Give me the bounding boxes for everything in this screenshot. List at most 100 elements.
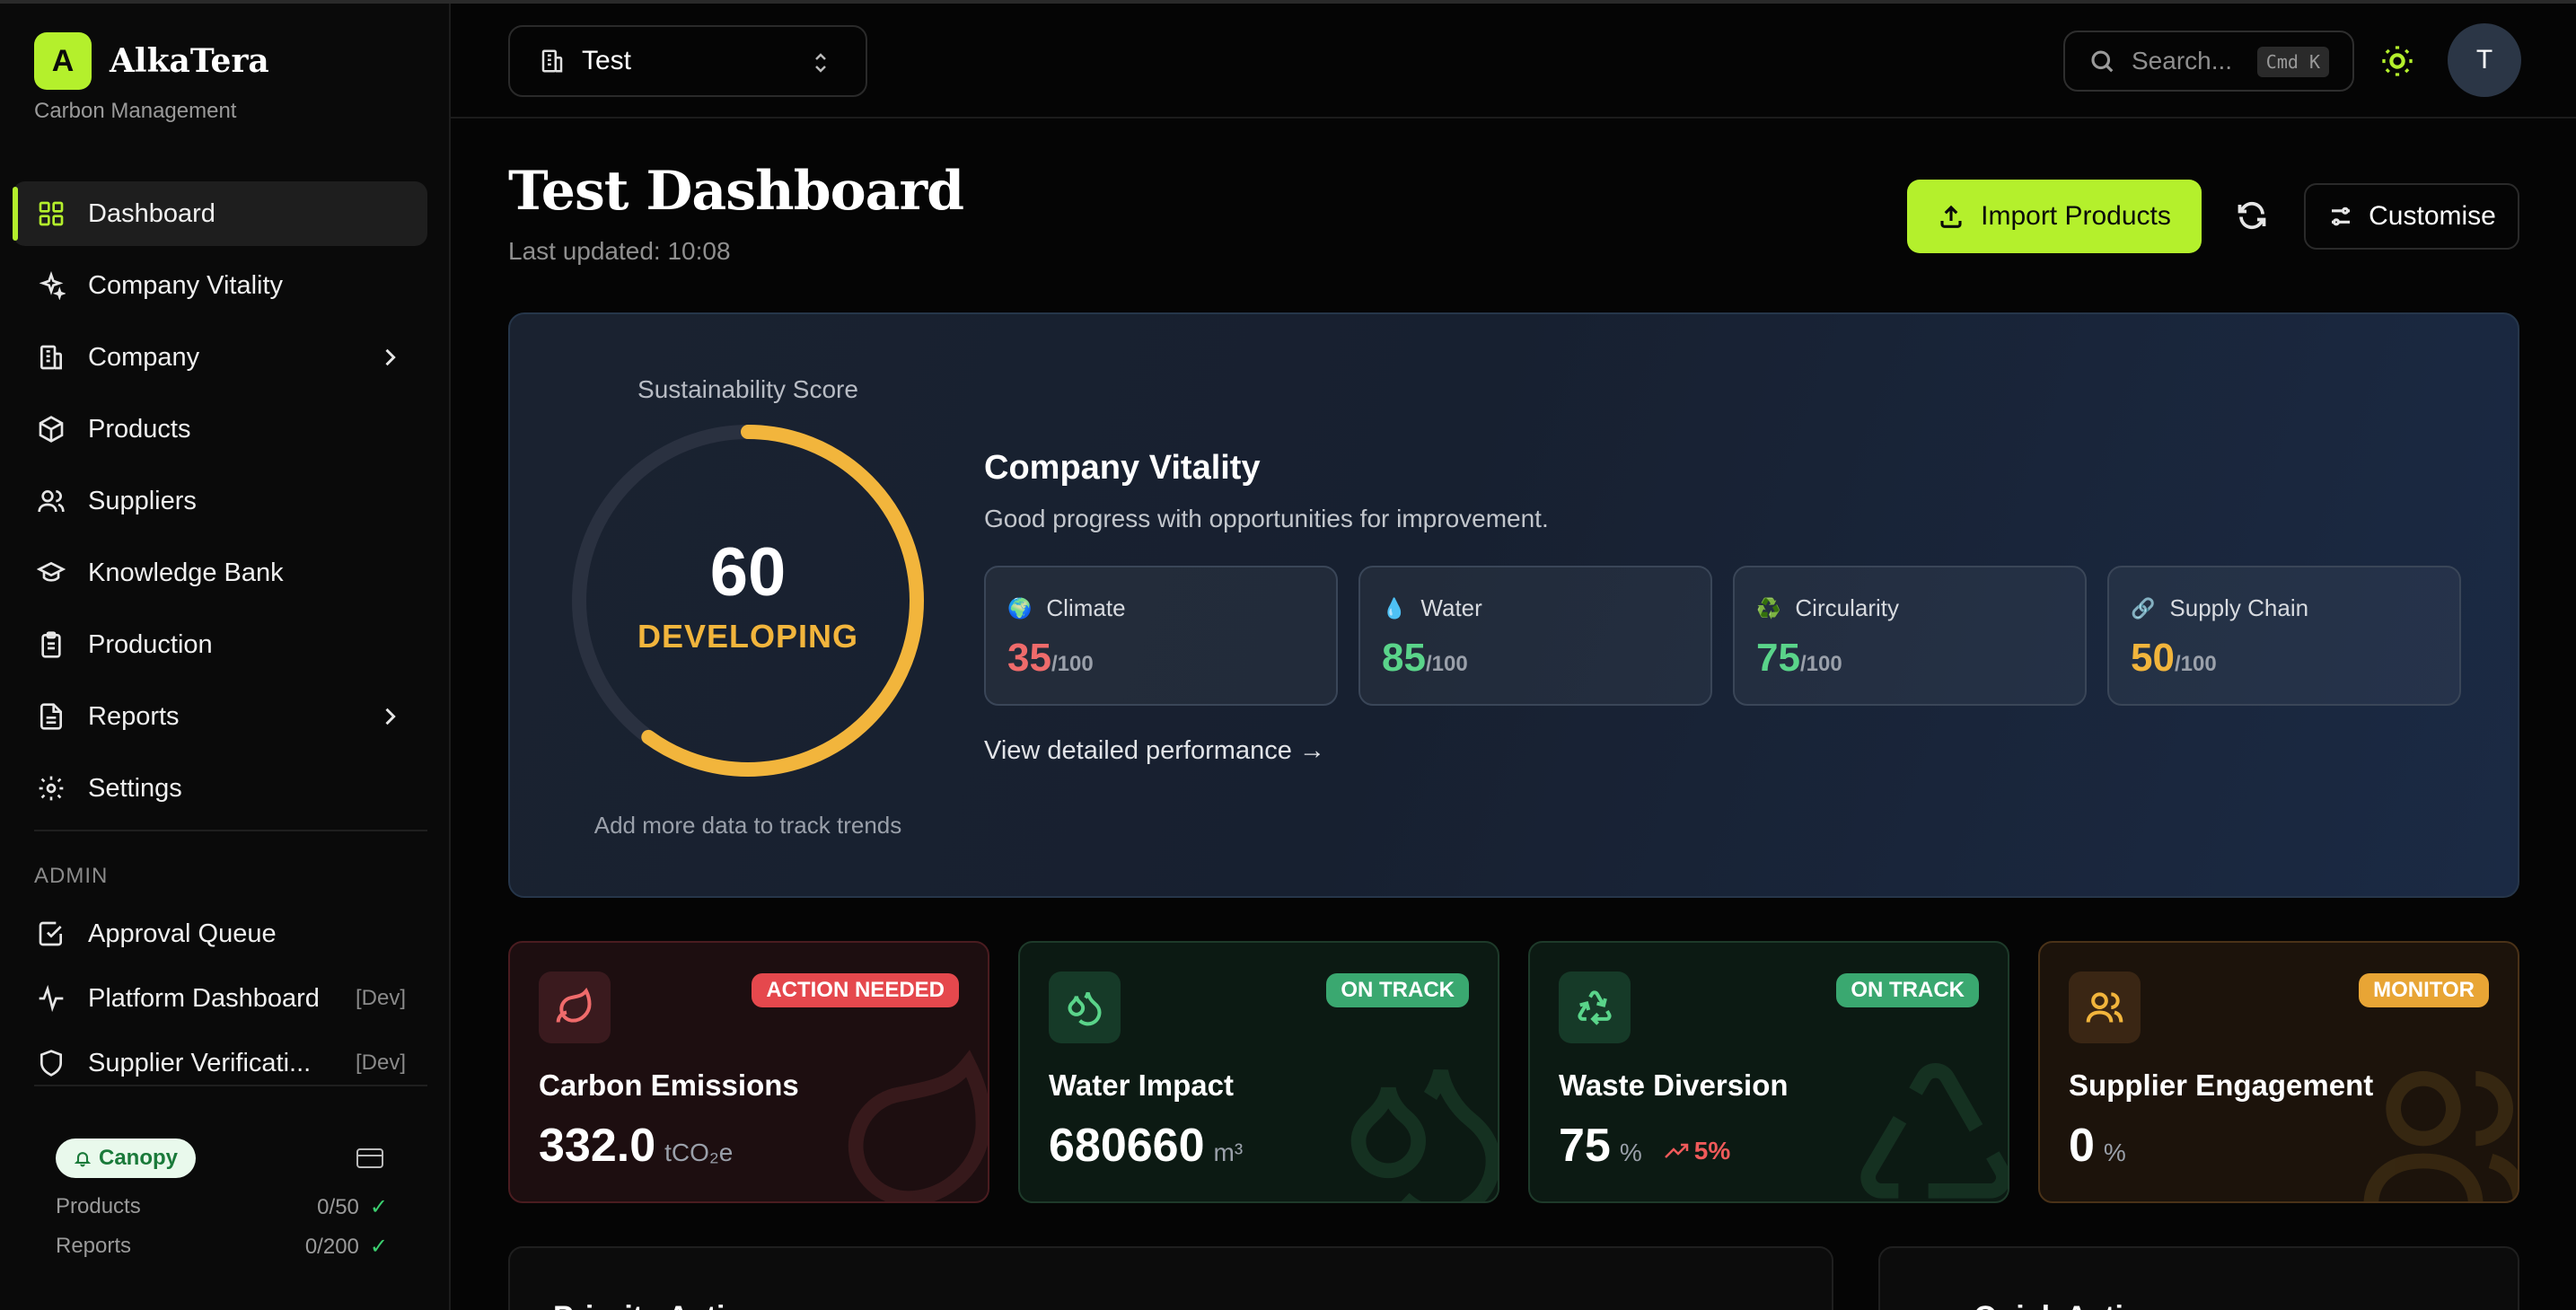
- search-icon: [2091, 50, 2114, 73]
- metric-value: 50: [2131, 636, 2175, 680]
- brand-name: AlkaTera: [110, 42, 269, 80]
- kpi-title: Waste Diversion: [1559, 1068, 1789, 1102]
- kpi-card-supplier-engagement[interactable]: MONITOR Supplier Engagement 0%: [2038, 941, 2519, 1203]
- metric-card-water[interactable]: 💧 Water 85/100: [1358, 566, 1712, 706]
- sun-icon[interactable]: [2379, 43, 2415, 79]
- kpi-unit: %: [2103, 1139, 2126, 1166]
- sidebar-item-company[interactable]: Company: [13, 325, 427, 390]
- kpi-title: Carbon Emissions: [539, 1068, 799, 1102]
- metric-card-supply-chain[interactable]: 🔗 Supply Chain 50/100: [2107, 566, 2461, 706]
- sidebar-item-settings[interactable]: Settings: [13, 756, 427, 821]
- customise-button[interactable]: Customise: [2304, 183, 2519, 250]
- globe-icon: 🌍: [1007, 596, 1033, 620]
- refresh-icon[interactable]: [2236, 199, 2268, 232]
- gear-icon: [36, 773, 66, 804]
- chevron-right-icon[interactable]: [377, 345, 402, 370]
- sidebar-item-company-vitality[interactable]: Company Vitality: [13, 253, 427, 318]
- brand-logo: A: [34, 32, 92, 90]
- kpi-value: 75: [1559, 1120, 1611, 1172]
- users-icon: [2069, 972, 2141, 1043]
- page-title: Test Dashboard: [508, 160, 964, 223]
- metric-max: /100: [1799, 652, 1842, 676]
- avatar[interactable]: T: [2448, 23, 2521, 97]
- plan-badge[interactable]: Canopy: [56, 1139, 197, 1178]
- vitality-title: Company Vitality: [984, 449, 1261, 487]
- admin-nav: Approval Queue Platform Dashboard [Dev] …: [13, 905, 427, 1081]
- sidebar-item-label: Products: [88, 414, 191, 444]
- search-input[interactable]: Search... Cmd K: [2063, 31, 2354, 92]
- status-badge: ACTION NEEDED: [752, 973, 959, 1007]
- kpi-unit: m³: [1213, 1139, 1244, 1166]
- graduation-cap-icon: [36, 558, 66, 588]
- sidebar: A AlkaTera Carbon Management Dashboard C…: [0, 4, 451, 1310]
- droplets-watermark-icon: [1336, 1049, 1498, 1201]
- customise-label: Customise: [2369, 201, 2496, 231]
- sidebar-item-dashboard[interactable]: Dashboard: [13, 181, 427, 246]
- sidebar-item-label: Suppliers: [88, 486, 197, 515]
- clipboard-icon: [36, 629, 66, 660]
- plan-usage-label: Products: [56, 1194, 141, 1218]
- dev-tag: [Dev]: [355, 1051, 406, 1075]
- check-icon: ✓: [369, 1195, 388, 1219]
- status-badge: MONITOR: [2359, 973, 2489, 1007]
- brand-subtitle: Carbon Management: [34, 99, 237, 123]
- sidebar-divider: [34, 1085, 427, 1086]
- sidebar-divider: [34, 830, 427, 831]
- sidebar-item-knowledge-bank[interactable]: Knowledge Bank: [13, 541, 427, 605]
- file-text-icon: [36, 701, 66, 732]
- kpi-card-carbon-emissions[interactable]: ACTION NEEDED Carbon Emissions 332.0 tCO₂…: [508, 941, 989, 1203]
- kpi-value: 332.0: [539, 1120, 656, 1172]
- metric-value: 75: [1756, 636, 1800, 680]
- credit-card-icon[interactable]: [356, 1147, 384, 1169]
- import-products-button[interactable]: Import Products: [1907, 180, 2202, 253]
- building-icon: [36, 342, 66, 373]
- kpi-title: Water Impact: [1049, 1068, 1234, 1102]
- users-watermark-icon: [2356, 1049, 2518, 1201]
- quick-actions-title: Quick Actions: [1974, 1300, 2177, 1310]
- link-icon: 🔗: [2131, 596, 2156, 620]
- kpi-trend-value: 5%: [1693, 1137, 1731, 1165]
- shield-icon: [36, 1048, 66, 1078]
- metric-card-climate[interactable]: 🌍 Climate 35/100: [984, 566, 1338, 706]
- score-label: Sustainability Score: [637, 375, 858, 403]
- sidebar-item-supplier-verification[interactable]: Supplier Verificati... [Dev]: [13, 1034, 427, 1081]
- metric-name: Circularity: [1795, 594, 1899, 621]
- plan-usage-label: Reports: [56, 1234, 132, 1258]
- sidebar-item-platform-dashboard[interactable]: Platform Dashboard [Dev]: [13, 970, 427, 1027]
- sidebar-item-label: Company: [88, 342, 200, 372]
- sidebar-item-label: Platform Dashboard: [88, 983, 320, 1013]
- sidebar-item-approval-queue[interactable]: Approval Queue: [13, 905, 427, 963]
- brand[interactable]: A AlkaTera: [34, 32, 269, 90]
- status-badge: ON TRACK: [1326, 973, 1469, 1007]
- dev-tag: [Dev]: [355, 986, 406, 1010]
- sidebar-item-products[interactable]: Products: [13, 397, 427, 462]
- kpi-card-water-impact[interactable]: ON TRACK Water Impact 680660 m³: [1018, 941, 1499, 1203]
- package-icon: [36, 414, 66, 444]
- score-status: DEVELOPING: [637, 618, 859, 655]
- score-value: 60: [709, 534, 787, 611]
- organization-name: Test: [582, 46, 632, 75]
- view-detailed-performance-link[interactable]: View detailed performance →: [984, 736, 1325, 766]
- metric-value: 35: [1007, 636, 1051, 680]
- layout-grid-icon: [36, 198, 66, 229]
- sidebar-item-label: Supplier Verificati...: [88, 1048, 312, 1077]
- kpi-unit: tCO₂e: [664, 1139, 734, 1166]
- score-hint: Add more data to track trends: [593, 812, 902, 839]
- kpi-card-waste-diversion[interactable]: ON TRACK Waste Diversion 75% 5%: [1528, 941, 2009, 1203]
- check-icon: ✓: [369, 1235, 388, 1259]
- last-updated: Last updated: 10:08: [508, 237, 731, 265]
- recycle-icon: [1559, 972, 1631, 1043]
- kpi-title: Supplier Engagement: [2069, 1068, 2374, 1102]
- sidebar-item-suppliers[interactable]: Suppliers: [13, 469, 427, 533]
- check-square-icon: [36, 919, 66, 949]
- chevron-right-icon[interactable]: [377, 704, 402, 729]
- upload-icon: [1940, 205, 1962, 228]
- recycle-icon: ♻️: [1756, 596, 1781, 620]
- activity-icon: [36, 983, 66, 1014]
- sidebar-item-production[interactable]: Production: [13, 612, 427, 677]
- organization-select[interactable]: Test: [508, 25, 867, 97]
- plan-usage-value: 0/200: [304, 1235, 359, 1259]
- metric-card-circularity[interactable]: ♻️ Circularity 75/100: [1733, 566, 2087, 706]
- sidebar-item-label: Reports: [88, 701, 180, 731]
- sidebar-item-reports[interactable]: Reports: [13, 684, 427, 749]
